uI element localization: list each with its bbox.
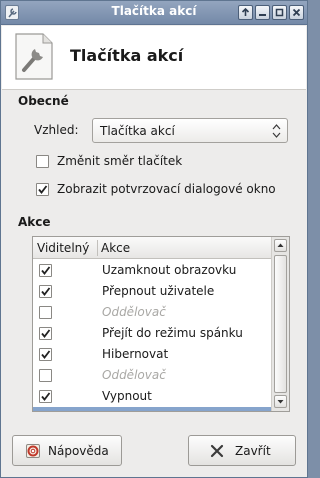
dialog-header: Tlačítka akcí [2, 26, 306, 90]
close-dialog-button[interactable]: Zavřít [188, 435, 296, 466]
visible-checkbox[interactable] [39, 306, 52, 319]
list-item-label: Hibernovat [102, 347, 169, 361]
checkmark-icon [41, 266, 51, 275]
help-button[interactable]: Nápověda [12, 435, 122, 466]
restore-icon [275, 8, 284, 17]
list-item-label: Přepnout uživatele [102, 284, 215, 298]
column-divider [97, 240, 98, 256]
visible-checkbox[interactable] [39, 390, 52, 403]
appearance-combo[interactable]: Tlačítka akcí [92, 118, 288, 143]
close-x-icon [210, 444, 224, 458]
checkmark-icon [41, 329, 51, 338]
checkmark-icon [41, 287, 51, 296]
updown-arrows-icon [272, 124, 281, 138]
help-button-label: Nápověda [48, 444, 109, 458]
list-item[interactable]: Přepnout uživatele [33, 281, 271, 302]
minimize-icon [259, 14, 266, 16]
page-title: Tlačítka akcí [70, 46, 184, 65]
column-header-action[interactable]: Akce [101, 241, 130, 255]
checkmark-icon [41, 392, 51, 401]
visible-checkbox[interactable] [39, 327, 52, 340]
maximize-icon [241, 7, 250, 16]
scroll-thumb[interactable] [274, 255, 287, 393]
list-item[interactable]: Vypnout [33, 386, 271, 407]
appearance-value: Tlačítka akcí [100, 124, 175, 138]
reverse-buttons-label: Změnit směr tlačítek [57, 154, 183, 168]
visible-checkbox[interactable] [39, 348, 52, 361]
visible-checkbox[interactable] [39, 264, 52, 277]
settings-wrench-icon [13, 33, 55, 81]
help-icon [26, 444, 40, 458]
list-item-selected[interactable] [33, 407, 271, 411]
scroll-up-button[interactable] [274, 239, 287, 252]
maximize-button[interactable] [238, 5, 253, 20]
close-button[interactable] [289, 5, 304, 20]
list-item[interactable]: Hibernovat [33, 344, 271, 365]
reverse-buttons-checkbox[interactable] [36, 155, 49, 168]
scroll-down-icon [277, 400, 284, 404]
general-section-title: Obecné [18, 94, 69, 108]
title-bar[interactable]: Tlačítka akcí [1, 1, 307, 25]
actions-section-title: Akce [18, 215, 51, 229]
list-item-label: Oddělovač [102, 368, 166, 382]
close-button-label: Zavřít [235, 444, 271, 458]
close-icon [292, 8, 301, 17]
actions-list[interactable]: Viditelný Akce Uzamknout obrazovku Přepn… [32, 236, 290, 412]
list-item-separator[interactable]: Oddělovač [33, 365, 271, 386]
column-header-visible[interactable]: Viditelný [37, 241, 89, 255]
list-item-label: Uzamknout obrazovku [102, 263, 237, 277]
list-item-label: Vypnout [102, 389, 152, 403]
list-header: Viditelný Akce [33, 237, 271, 259]
minimize-button[interactable] [255, 5, 270, 20]
visible-checkbox[interactable] [39, 369, 52, 382]
restore-button[interactable] [272, 5, 287, 20]
appearance-label: Vzhled: [34, 123, 79, 137]
list-item-label: Oddělovač [102, 305, 166, 319]
list-item-label: Přejít do režimu spánku [102, 326, 243, 340]
checkmark-icon [41, 350, 51, 359]
list-item[interactable]: Přejít do režimu spánku [33, 323, 271, 344]
scroll-up-icon [277, 243, 284, 247]
checkmark-icon [38, 185, 48, 194]
confirm-dialog-label: Zobrazit potvrzovací dialogové okno [57, 182, 276, 196]
confirm-dialog-checkbox[interactable] [36, 183, 49, 196]
list-item-separator[interactable]: Oddělovač [33, 302, 271, 323]
visible-checkbox[interactable] [39, 285, 52, 298]
scroll-down-button[interactable] [274, 395, 287, 408]
list-scrollbar[interactable] [271, 237, 289, 411]
list-item[interactable]: Uzamknout obrazovku [33, 260, 271, 281]
dialog-window: Tlačítka akcí Tlačítka akcí Obecné Vzhle… [0, 0, 308, 478]
